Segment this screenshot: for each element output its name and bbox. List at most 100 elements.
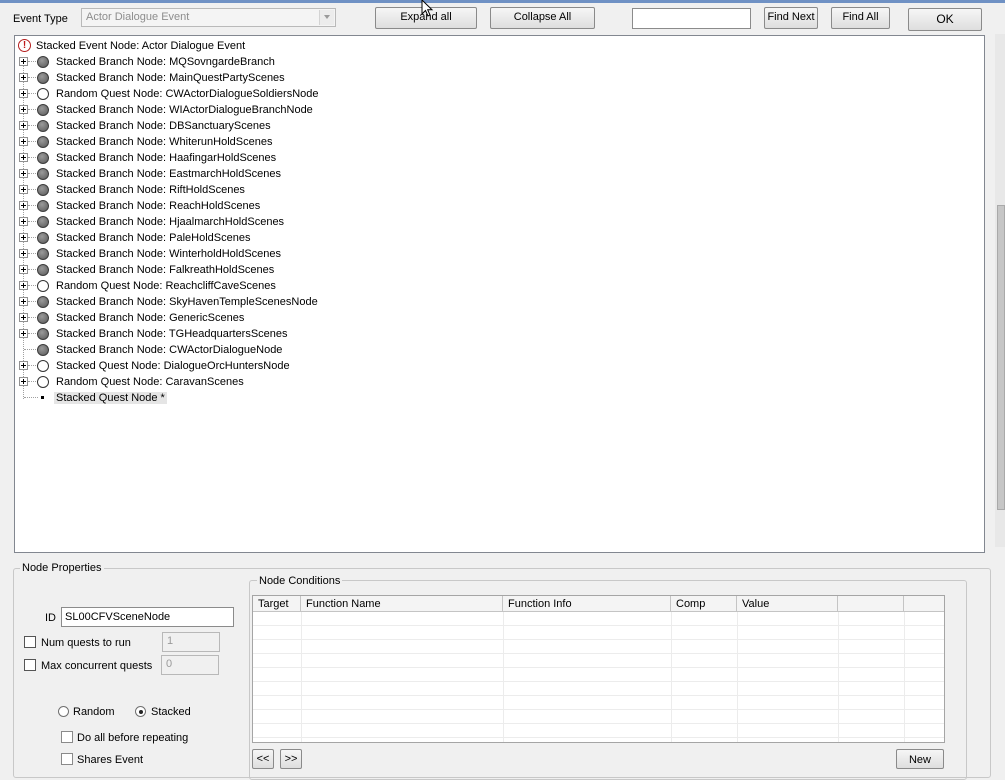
expand-plus-icon[interactable] [19,137,28,146]
node-tree-view[interactable]: ! Stacked Event Node: Actor Dialogue Eve… [14,35,985,553]
max-concurrent-input[interactable]: 0 [161,655,219,675]
tree-node[interactable]: Stacked Branch Node: HjaalmarchHoldScene… [15,214,615,230]
collapse-all-button[interactable]: Collapse All [490,7,595,29]
num-quests-input[interactable]: 1 [162,632,220,652]
find-input[interactable] [632,8,751,29]
max-concurrent-checkbox[interactable] [24,659,36,671]
table-row[interactable] [253,626,944,640]
tree-node[interactable]: Stacked Branch Node: WIActorDialogueBran… [15,102,615,118]
expand-plus-icon[interactable] [19,121,28,130]
random-radio[interactable] [58,706,69,717]
expand-plus-icon[interactable] [19,233,28,242]
column-function-info[interactable]: Function Info [503,596,671,612]
ok-button[interactable]: OK [908,8,982,31]
expand-plus-icon[interactable] [19,169,28,178]
expand-plus-icon[interactable] [19,281,28,290]
expand-plus-icon[interactable] [19,217,28,226]
column-comp[interactable]: Comp [671,596,737,612]
tree-connector [28,205,36,206]
tree-node[interactable]: Stacked Branch Node: ReachHoldScenes [15,198,615,214]
tree-node-label: Random Quest Node: ReachcliffCaveScenes [56,280,276,292]
column-extra[interactable] [838,596,904,612]
do-all-checkbox[interactable] [61,731,73,743]
tree-node-label: Stacked Branch Node: SkyHavenTempleScene… [56,296,318,308]
tree-node[interactable]: Random Quest Node: ReachcliffCaveScenes [15,278,615,294]
tree-connector [28,317,36,318]
column-target[interactable]: Target [253,596,301,612]
expand-plus-icon[interactable] [19,201,28,210]
column-function-name[interactable]: Function Name [301,596,503,612]
tree-node[interactable]: Random Quest Node: CWActorDialogueSoldie… [15,86,615,102]
tree-node[interactable]: Stacked Branch Node: MQSovngardeBranch [15,54,615,70]
expand-plus-icon[interactable] [19,185,28,194]
tree-node-label: Stacked Branch Node: WIActorDialogueBran… [56,104,313,116]
expand-plus-icon[interactable] [19,153,28,162]
expand-plus-icon[interactable] [19,57,28,66]
previous-button[interactable]: << [252,749,274,769]
expand-plus-icon[interactable] [19,329,28,338]
tree-node[interactable]: Stacked Branch Node: FalkreathHoldScenes [15,262,615,278]
next-button[interactable]: >> [280,749,302,769]
window-top-border [0,0,1005,3]
tree-connector [28,285,36,286]
expand-plus-icon[interactable] [19,73,28,82]
tree-node-label: Stacked Quest Node: DialogueOrcHuntersNo… [56,360,290,372]
table-row[interactable] [253,696,944,710]
table-row[interactable] [253,710,944,724]
filled-circle-icon [37,312,49,324]
shares-event-checkbox[interactable] [61,753,73,765]
expand-plus-icon[interactable] [19,377,28,386]
chevron-down-icon[interactable] [319,10,334,25]
expand-plus-icon[interactable] [19,361,28,370]
tree-node[interactable]: Stacked Branch Node: CWActorDialogueNode [15,342,615,358]
expand-plus-icon[interactable] [19,313,28,322]
expand-plus-icon[interactable] [19,105,28,114]
column-value[interactable]: Value [737,596,838,612]
tree-node[interactable]: Stacked Branch Node: WhiterunHoldScenes [15,134,615,150]
tree-node[interactable]: Stacked Branch Node: RiftHoldScenes [15,182,615,198]
tree-node[interactable]: Stacked Branch Node: TGHeadquartersScene… [15,326,615,342]
tree-node[interactable]: Stacked Quest Node: DialogueOrcHuntersNo… [15,358,615,374]
open-circle-icon [37,376,49,388]
event-type-combobox[interactable]: Actor Dialogue Event [81,8,336,27]
tree-node-label: Stacked Branch Node: MainQuestPartyScene… [56,72,285,84]
find-next-button[interactable]: Find Next [764,7,818,29]
tree-connector [28,253,36,254]
tree-node[interactable]: Random Quest Node: CaravanScenes [15,374,615,390]
grid-column-line [503,612,504,742]
tree-connector [28,189,36,190]
tree-connector [28,301,36,302]
table-row[interactable] [253,724,944,738]
tree-node[interactable]: Stacked Branch Node: PaleHoldScenes [15,230,615,246]
id-input[interactable]: SL00CFVSceneNode [61,607,234,627]
stacked-radio[interactable] [135,706,146,717]
tree-node[interactable]: Stacked Branch Node: MainQuestPartyScene… [15,70,615,86]
tree-node[interactable]: Stacked Branch Node: DBSanctuaryScenes [15,118,615,134]
tree-root-node[interactable]: ! Stacked Event Node: Actor Dialogue Eve… [17,38,417,54]
expand-plus-icon[interactable] [19,249,28,258]
filled-circle-icon [37,72,49,84]
new-condition-button[interactable]: New [896,749,944,769]
find-all-button[interactable]: Find All [831,7,890,29]
scrollbar-thumb[interactable] [997,205,1005,510]
table-row[interactable] [253,682,944,696]
conditions-grid[interactable]: Target Function Name Function Info Comp … [252,595,945,743]
tree-node[interactable]: Stacked Branch Node: SkyHavenTempleScene… [15,294,615,310]
max-concurrent-label: Max concurrent quests [41,660,153,672]
tree-node-selected[interactable]: Stacked Quest Node * [15,390,615,406]
table-row[interactable] [253,668,944,682]
expand-plus-icon[interactable] [19,89,28,98]
tree-node-label: Stacked Branch Node: RiftHoldScenes [56,184,245,196]
tree-node[interactable]: Stacked Branch Node: EastmarchHoldScenes [15,166,615,182]
tree-node[interactable]: Stacked Branch Node: HaafingarHoldScenes [15,150,615,166]
expand-plus-icon[interactable] [19,297,28,306]
tree-connector [24,349,36,350]
filled-circle-icon [37,264,49,276]
expand-plus-icon[interactable] [19,265,28,274]
table-row[interactable] [253,654,944,668]
table-row[interactable] [253,640,944,654]
num-quests-checkbox[interactable] [24,636,36,648]
table-row[interactable] [253,612,944,626]
tree-node[interactable]: Stacked Branch Node: WinterholdHoldScene… [15,246,615,262]
tree-node[interactable]: Stacked Branch Node: GenericScenes [15,310,615,326]
